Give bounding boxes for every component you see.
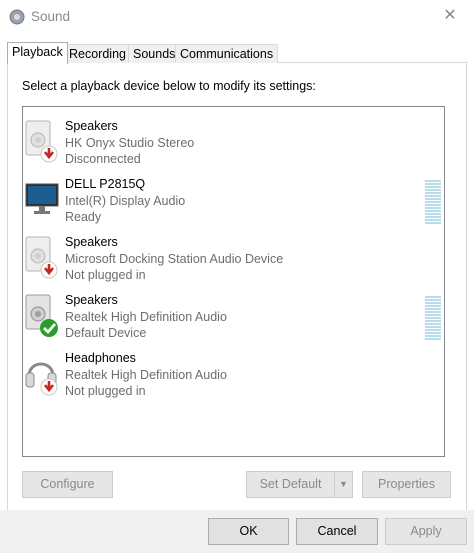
chevron-down-icon: ▼ [339,479,348,489]
tab-recording[interactable]: Recording [64,44,131,63]
tab-communications[interactable]: Communications [175,44,279,63]
list-item[interactable]: Speakers HK Onyx Studio Stereo Disconnec… [23,112,444,170]
device-name: Speakers [65,119,118,133]
speaker-icon [25,236,58,279]
device-driver: Intel(R) Display Audio [65,193,186,208]
monitor-icon [25,183,59,214]
volume-meter [425,296,441,341]
device-list[interactable]: Speakers HK Onyx Studio Stereo Disconnec… [22,106,445,457]
speaker-icon [25,120,58,163]
apply-button[interactable]: Apply [385,518,467,545]
configure-button[interactable]: Configure [22,471,113,498]
sound-app-icon [9,9,25,25]
device-name: Speakers [65,235,118,249]
cancel-button[interactable]: Cancel [296,518,378,545]
device-name: Headphones [65,351,136,365]
tab-playback[interactable]: Playback [7,42,68,64]
list-item[interactable]: Speakers Microsoft Docking Station Audio… [23,228,444,286]
set-default-button[interactable]: Set Default [246,471,335,498]
device-status: Default Device [65,326,147,341]
headphones-icon [25,362,58,396]
ok-button[interactable]: OK [208,518,289,545]
volume-meter [425,180,441,225]
instruction-text: Select a playback device below to modify… [22,79,316,93]
list-item[interactable]: Speakers Realtek High Definition Audio D… [23,286,444,344]
window-title: Sound [31,9,71,24]
tab-sounds[interactable]: Sounds [128,44,181,63]
close-icon[interactable]: ✕ [440,5,460,27]
device-status: Ready [65,210,102,225]
device-driver: Microsoft Docking Station Audio Device [65,251,284,266]
device-status: Disconnected [65,152,141,167]
device-status: Not plugged in [65,384,146,399]
speaker-icon [25,294,58,337]
list-item[interactable]: Headphones Realtek High Definition Audio… [23,344,444,402]
device-driver: HK Onyx Studio Stereo [65,135,195,150]
device-driver: Realtek High Definition Audio [65,367,227,382]
set-default-dropdown[interactable]: ▼ [334,471,353,498]
device-name: Speakers [65,293,118,307]
properties-button[interactable]: Properties [362,471,451,498]
title-bar: Sound ✕ [0,0,474,34]
list-item[interactable]: DELL P2815Q Intel(R) Display Audio Ready [23,170,444,228]
device-name: DELL P2815Q [65,177,146,191]
device-driver: Realtek High Definition Audio [65,309,227,324]
device-status: Not plugged in [65,268,146,283]
